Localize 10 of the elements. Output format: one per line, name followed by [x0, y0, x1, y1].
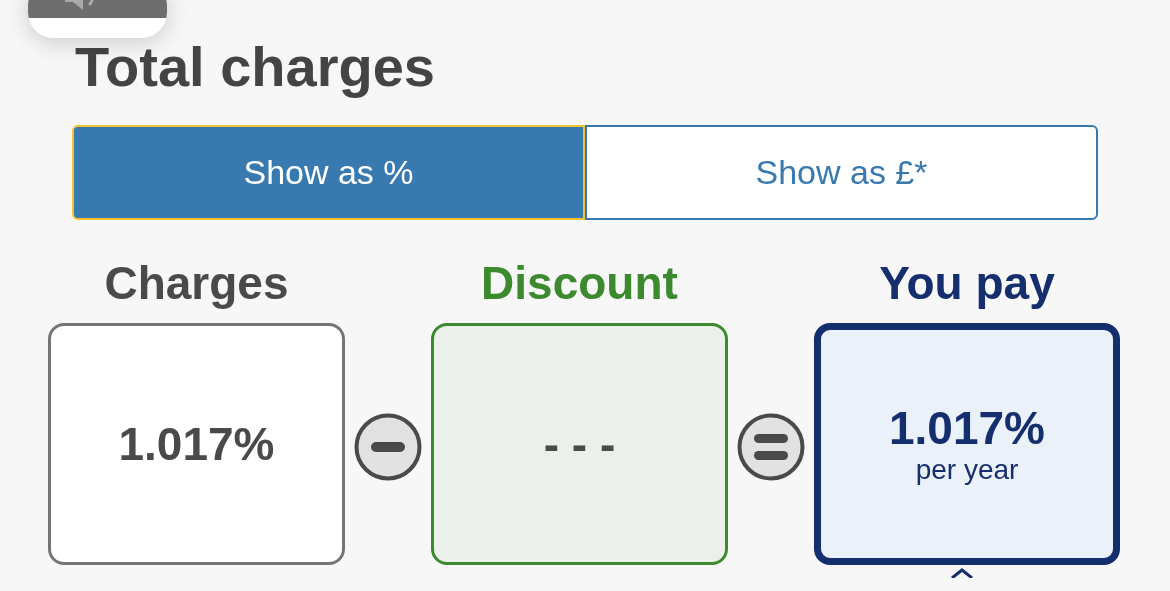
column-heading: Discount: [481, 256, 678, 311]
section-title: Total charges: [75, 36, 436, 98]
value-text: 1.017%: [118, 418, 275, 470]
toggle-tab[interactable]: Show as £*: [585, 125, 1098, 220]
column-heading: You pay: [879, 256, 1055, 311]
column-heading: Charges: [104, 256, 289, 311]
value-text: - - -: [543, 418, 616, 470]
value-text: 1.017%: [889, 402, 1045, 454]
toggle-tab[interactable]: Show as %: [72, 125, 585, 220]
value-note: per year: [915, 454, 1019, 486]
